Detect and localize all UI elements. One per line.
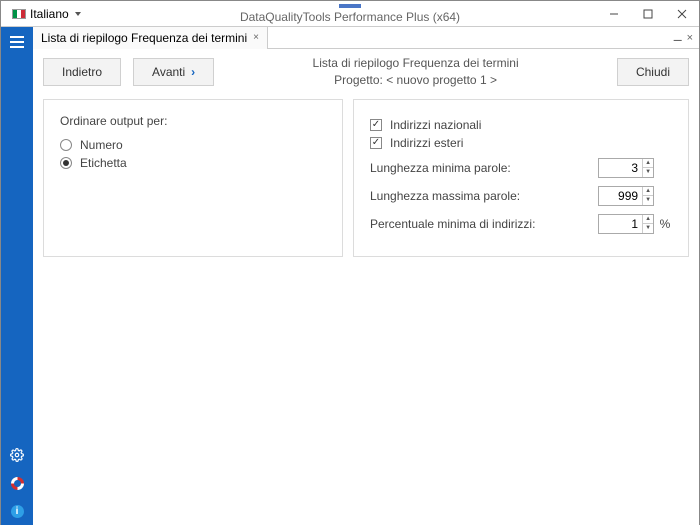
spin-up-icon[interactable]: ▲ bbox=[643, 187, 653, 197]
min-pct-label: Percentuale minima di indirizzi: bbox=[370, 217, 598, 231]
window-title: DataQualityTools Performance Plus (x64) bbox=[1, 1, 699, 26]
back-button[interactable]: Indietro bbox=[43, 58, 121, 86]
radio-icon bbox=[60, 157, 72, 169]
checkbox-icon bbox=[370, 137, 382, 149]
minimize-button[interactable] bbox=[597, 1, 631, 27]
tab-term-frequency[interactable]: Lista di riepilogo Frequenza dei termini… bbox=[33, 27, 268, 49]
spin-down-icon[interactable]: ▼ bbox=[643, 224, 653, 233]
min-length-value[interactable] bbox=[599, 159, 642, 177]
page-header: Lista di riepilogo Frequenza dei termini… bbox=[214, 55, 617, 89]
min-length-input[interactable]: ▲▼ bbox=[598, 158, 654, 178]
spin-down-icon[interactable]: ▼ bbox=[643, 168, 653, 177]
min-pct-input[interactable]: ▲▼ bbox=[598, 214, 654, 234]
sort-option-number-label: Numero bbox=[80, 138, 123, 152]
info-icon: i bbox=[11, 505, 24, 518]
next-button-label: Avanti bbox=[152, 65, 185, 79]
checkbox-icon bbox=[370, 119, 382, 131]
percent-suffix: % bbox=[658, 217, 672, 231]
app-title-text: DataQualityTools Performance Plus (x64) bbox=[240, 10, 460, 24]
address-panel: Indirizzi nazionali Indirizzi esteri Lun… bbox=[353, 99, 689, 257]
life-ring-icon bbox=[11, 477, 24, 490]
close-window-button[interactable] bbox=[665, 1, 699, 27]
page-body: Indietro Avanti › Lista di riepilogo Fre… bbox=[33, 49, 699, 525]
sort-panel: Ordinare output per: Numero Etichetta bbox=[43, 99, 343, 257]
flag-icon bbox=[12, 9, 26, 19]
close-button[interactable]: Chiudi bbox=[617, 58, 689, 86]
spin-up-icon[interactable]: ▲ bbox=[643, 215, 653, 225]
sort-panel-title: Ordinare output per: bbox=[60, 114, 326, 128]
info-button[interactable]: i bbox=[1, 497, 33, 525]
tab-strip: Lista di riepilogo Frequenza dei termini… bbox=[33, 27, 699, 49]
tab-pin-button[interactable]: ⚊ bbox=[673, 31, 683, 44]
window-titlebar: Italiano DataQualityTools Performance Pl… bbox=[1, 1, 699, 27]
max-length-input[interactable]: ▲▼ bbox=[598, 186, 654, 206]
foreign-label: Indirizzi esteri bbox=[390, 136, 463, 150]
language-label: Italiano bbox=[30, 7, 69, 21]
sort-option-number[interactable]: Numero bbox=[60, 138, 326, 152]
chevron-down-icon bbox=[75, 12, 81, 16]
maximize-button[interactable] bbox=[631, 1, 665, 27]
foreign-checkbox[interactable]: Indirizzi esteri bbox=[370, 136, 672, 150]
settings-button[interactable] bbox=[1, 441, 33, 469]
tab-strip-close-button[interactable]: × bbox=[687, 32, 693, 44]
help-button[interactable] bbox=[1, 469, 33, 497]
spin-down-icon[interactable]: ▼ bbox=[643, 196, 653, 205]
chevron-right-icon: › bbox=[191, 65, 195, 79]
tab-close-icon[interactable]: × bbox=[253, 32, 259, 43]
sort-option-label-label: Etichetta bbox=[80, 156, 127, 170]
window-controls bbox=[597, 1, 699, 27]
max-length-label: Lunghezza massima parole: bbox=[370, 189, 598, 203]
min-pct-value[interactable] bbox=[599, 215, 642, 233]
max-length-value[interactable] bbox=[599, 187, 642, 205]
tab-label: Lista di riepilogo Frequenza dei termini bbox=[41, 31, 247, 45]
radio-icon bbox=[60, 139, 72, 151]
close-button-label: Chiudi bbox=[636, 65, 670, 79]
hamburger-button[interactable] bbox=[1, 27, 33, 57]
language-selector[interactable]: Italiano bbox=[5, 4, 88, 24]
national-checkbox[interactable]: Indirizzi nazionali bbox=[370, 118, 672, 132]
min-length-label: Lunghezza minima parole: bbox=[370, 161, 598, 175]
sidebar: i bbox=[1, 27, 33, 525]
back-button-label: Indietro bbox=[62, 65, 102, 79]
national-label: Indirizzi nazionali bbox=[390, 118, 481, 132]
page-title: Lista di riepilogo Frequenza dei termini bbox=[214, 55, 617, 72]
title-accent bbox=[339, 4, 361, 8]
next-button[interactable]: Avanti › bbox=[133, 58, 214, 86]
spin-up-icon[interactable]: ▲ bbox=[643, 159, 653, 169]
sort-option-label[interactable]: Etichetta bbox=[60, 156, 326, 170]
project-label: Progetto: < nuovo progetto 1 > bbox=[214, 72, 617, 89]
